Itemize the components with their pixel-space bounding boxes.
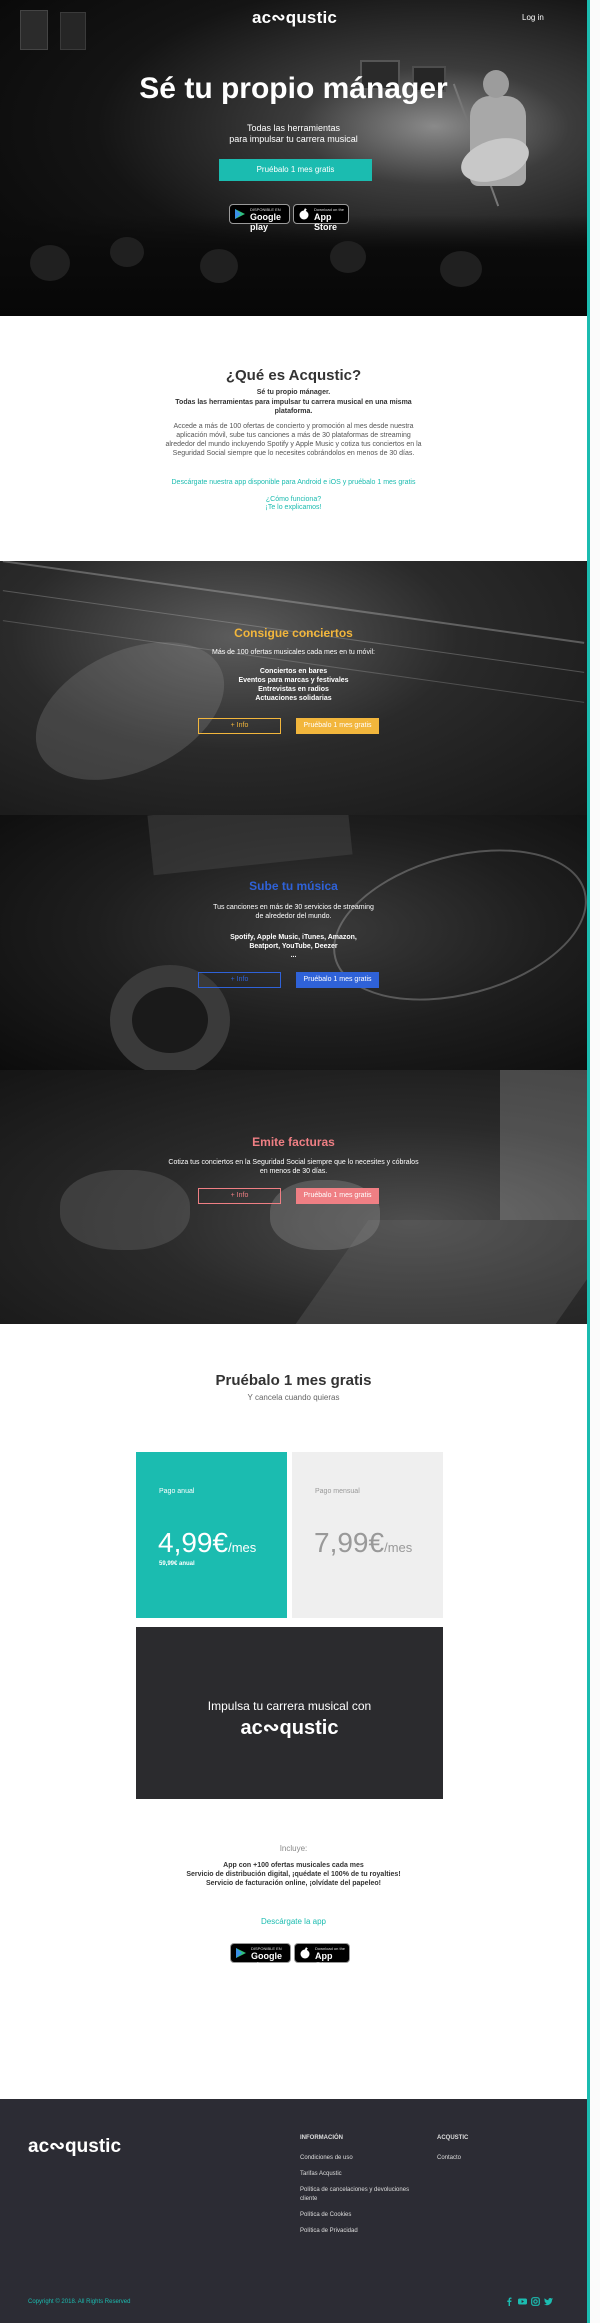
login-link[interactable]: Log in — [522, 13, 544, 22]
annual-plan-card[interactable]: Pago anual 4,99€/mes 59,99€ anual — [136, 1452, 287, 1618]
feature-title: Consigue conciertos — [234, 626, 353, 640]
feature-item: Actuaciones solidarias — [255, 695, 332, 702]
promo-banner: Impulsa tu carrera musical con ac∾qustic — [136, 1627, 443, 1799]
badge-store-name: App Store — [315, 1951, 339, 1971]
footer-column-title: ACQUSTIC — [437, 2135, 469, 2141]
crowd-head — [330, 241, 366, 273]
plan-annual-total: 59,99€ anual — [159, 1561, 195, 1567]
explain-link[interactable]: ¡Te lo explicamos! — [0, 504, 587, 511]
footer: ac∾qustic INFORMACIÓN Condiciones de uso… — [0, 2099, 587, 2323]
badge-store-name: App Store — [314, 212, 338, 232]
youtube-icon[interactable] — [518, 2297, 527, 2306]
more-info-button[interactable]: + Info — [198, 972, 281, 988]
includes-item: Servicio de distribución digital, ¡quéda… — [186, 1871, 401, 1878]
google-play-icon — [235, 209, 245, 219]
badge-store-name: Google play — [250, 212, 281, 232]
crowd-head — [110, 237, 144, 267]
twitter-icon[interactable] — [544, 2297, 553, 2306]
hero-section: ac∾qustic Log in Sé tu propio mánager To… — [0, 0, 587, 316]
banner-logo: ac∾qustic — [240, 1717, 339, 1739]
hero-subtitle-line: para impulsar tu carrera musical — [229, 134, 358, 144]
plan-price-amount: 7,99€ — [314, 1527, 385, 1558]
hero-title: Sé tu propio mánager — [139, 72, 448, 105]
about-title: ¿Qué es Acqustic? — [225, 367, 362, 384]
hero-crowd — [0, 215, 587, 316]
hero-trial-button[interactable]: Pruébalo 1 mes gratis — [219, 159, 372, 181]
footer-link-terms[interactable]: Condiciones de uso — [300, 2154, 353, 2163]
more-info-button[interactable]: + Info — [198, 718, 281, 734]
about-bold-line: Todas las herramientas para impulsar tu … — [175, 399, 412, 415]
cable-shape — [316, 823, 587, 1027]
monthly-plan-card[interactable]: Pago mensual 7,99€/mes — [292, 1452, 443, 1618]
includes-item: Servicio de facturación online, ¡olvídat… — [205, 1880, 382, 1887]
feature-item: Entrevistas en radios — [258, 686, 329, 693]
google-play-badge[interactable]: DISPONIBLE EN Google play — [230, 1943, 291, 1971]
plan-price: 7,99€/mes — [314, 1527, 412, 1559]
google-play-badge[interactable]: DISPONIBLE EN Google play — [229, 204, 290, 232]
site-logo[interactable]: ac∾qustic — [252, 8, 337, 28]
feature-invoices-section: Emite facturas Cotiza tus conciertos en … — [0, 1070, 587, 1324]
feature-text: Tus canciones en más de 30 servicios de … — [213, 904, 374, 920]
apple-icon — [299, 208, 309, 220]
download-app-link[interactable]: Descárgate la app — [0, 1917, 587, 1926]
hero-subtitle-line: Todas las herramientas — [246, 123, 341, 133]
about-bold-line: Sé tu propio mánager. — [256, 389, 331, 396]
feature-text: Cotiza tus conciertos en la Seguridad So… — [168, 1159, 419, 1175]
about-paragraph: Accede a más de 100 ofertas de concierto… — [165, 423, 422, 457]
trial-button[interactable]: Pruébalo 1 mes gratis — [296, 718, 379, 734]
plan-price-unit: /mes — [384, 1540, 413, 1555]
badge-store-name: Google play — [251, 1951, 282, 1971]
pricing-title: Pruébalo 1 mes gratis — [215, 1372, 372, 1389]
crowd-head — [30, 245, 70, 281]
footer-link-cookies[interactable]: Política de Cookies — [300, 2211, 351, 2220]
feature-music-section: Sube tu música Tus canciones en más de 3… — [0, 815, 587, 1070]
how-it-works-link[interactable]: ¿Cómo funciona? — [0, 496, 587, 503]
hero-background-window — [20, 10, 48, 50]
page: ac∾qustic Log in Sé tu propio mánager To… — [0, 0, 587, 2323]
feature-item: Conciertos en bares — [259, 668, 328, 675]
facebook-icon[interactable] — [505, 2297, 514, 2306]
feature-item: Eventos para marcas y festivales — [238, 677, 349, 684]
guitar-hand-shape — [14, 614, 246, 808]
plan-label: Pago anual — [159, 1488, 195, 1495]
download-app-link[interactable]: Descárgate nuestra app disponible para A… — [165, 478, 422, 487]
trial-button[interactable]: Pruébalo 1 mes gratis — [296, 1188, 379, 1204]
pricing-subtitle: Y cancela cuando quieras — [247, 1393, 340, 1402]
feature-title: Emite facturas — [252, 1135, 335, 1149]
google-play-icon — [236, 1948, 246, 1958]
more-info-button[interactable]: + Info — [198, 1188, 281, 1204]
hand-shape — [60, 1170, 190, 1250]
copyright: Copyright © 2018. All Rights Reserved — [28, 2299, 131, 2305]
crowd-head — [200, 249, 238, 283]
includes-item: App con +100 ofertas musicales cada mes — [223, 1862, 364, 1869]
footer-link-pricing[interactable]: Tarifas Acqustic — [300, 2170, 342, 2179]
feature-item: Spotify, Apple Music, iTunes, Amazon, — [230, 934, 357, 941]
footer-link-contact[interactable]: Contacto — [437, 2154, 461, 2163]
plan-price-unit: /mes — [228, 1540, 257, 1555]
feature-title: Sube tu música — [249, 879, 338, 893]
footer-logo[interactable]: ac∾qustic — [28, 2135, 121, 2158]
app-store-badge[interactable]: Download on the App Store — [293, 204, 349, 232]
footer-link-cancellations[interactable]: Política de cancelaciones y devoluciones… — [300, 2186, 425, 2204]
hero-subtitle: Todas las herramientas para impulsar tu … — [0, 123, 587, 145]
surface-shape — [147, 815, 353, 876]
hero-background-window — [60, 12, 86, 50]
app-store-badge[interactable]: Download on the App Store — [294, 1943, 350, 1971]
banner-text: Impulsa tu carrera musical con — [207, 1699, 372, 1713]
feature-gigs-section: Consigue conciertos Más de 100 ofertas m… — [0, 561, 587, 815]
window-edge — [587, 0, 600, 2323]
crowd-head — [440, 251, 482, 287]
footer-link-privacy[interactable]: Política de Privacidad — [300, 2227, 358, 2236]
instagram-icon[interactable] — [531, 2297, 540, 2306]
plan-price-amount: 4,99€ — [158, 1527, 229, 1558]
footer-column-title: INFORMACIÓN — [300, 2135, 343, 2141]
plan-price: 4,99€/mes — [158, 1527, 256, 1559]
plan-label: Pago mensual — [315, 1488, 360, 1495]
feature-item: Beatport, YouTube, Deezer — [249, 943, 338, 950]
feature-text: Más de 100 ofertas musicales cada mes en… — [211, 649, 376, 656]
feature-item: ... — [290, 952, 297, 959]
includes-heading: Incluye: — [279, 1844, 308, 1853]
trial-button[interactable]: Pruébalo 1 mes gratis — [296, 972, 379, 988]
apple-icon — [300, 1947, 310, 1959]
